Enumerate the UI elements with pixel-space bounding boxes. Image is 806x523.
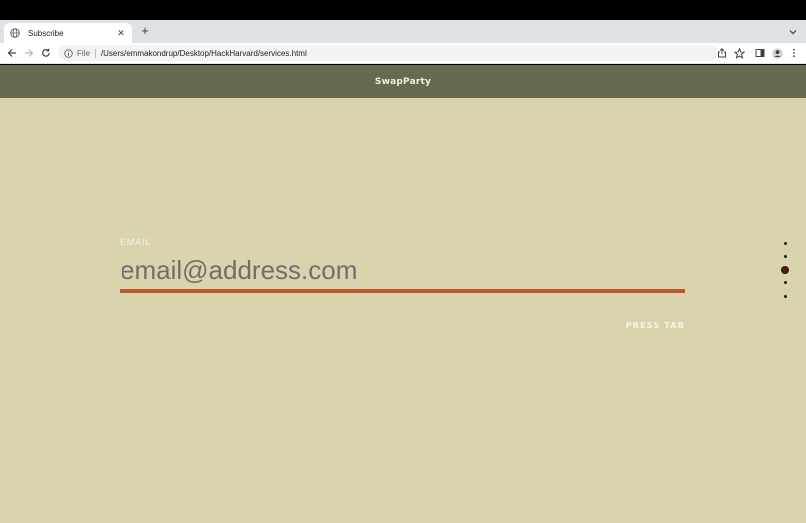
browser-toolbar: File /Users/emmakondrup/Desktop/HackHarv… <box>0 43 806 64</box>
pagination-dot[interactable] <box>784 241 787 245</box>
side-panel-icon <box>755 49 765 57</box>
email-input-underline <box>120 289 685 293</box>
arrow-right-icon <box>25 49 34 57</box>
scheme-label: File <box>77 48 90 58</box>
reload-icon <box>42 48 50 57</box>
address-bar[interactable]: File /Users/emmakondrup/Desktop/HackHarv… <box>58 45 718 61</box>
pagination-dot[interactable] <box>784 254 787 258</box>
bookmark-button[interactable] <box>733 47 745 59</box>
email-input[interactable] <box>120 253 685 287</box>
browser-tab[interactable]: Subscribe ✕ <box>4 23 132 43</box>
new-tab-button[interactable]: + <box>138 24 152 38</box>
globe-icon <box>10 28 20 38</box>
close-tab-icon[interactable]: ✕ <box>116 28 126 39</box>
pagination-dot-active[interactable] <box>781 265 789 274</box>
tab-title: Subscribe <box>28 28 64 38</box>
text-cursor <box>121 257 122 281</box>
share-button[interactable] <box>716 47 728 59</box>
press-tab-hint: PRESS TAB <box>625 321 685 330</box>
pagination-dot[interactable] <box>784 281 787 285</box>
pagination-dot[interactable] <box>784 294 787 298</box>
system-top-bar <box>0 0 806 20</box>
back-button[interactable] <box>5 46 19 60</box>
brand-logo[interactable]: SwapParty <box>375 77 431 87</box>
side-panel-button[interactable] <box>754 47 766 59</box>
omnibox-divider <box>94 48 96 58</box>
email-label: EMAIL <box>120 237 152 247</box>
browser-menu-button[interactable] <box>788 47 800 59</box>
url-text[interactable]: /Users/emmakondrup/Desktop/HackHarvard/s… <box>101 49 307 58</box>
share-icon <box>718 48 726 58</box>
browser-tab-strip: Subscribe ✕ <box>0 20 806 43</box>
info-icon[interactable] <box>64 48 73 58</box>
avatar-icon <box>771 47 783 59</box>
more-vertical-icon <box>793 48 795 58</box>
reload-button[interactable] <box>39 46 53 60</box>
arrow-left-icon <box>7 49 16 57</box>
profile-button[interactable] <box>771 47 783 59</box>
star-icon <box>733 47 745 59</box>
forward-button[interactable] <box>22 46 36 60</box>
site-header: SwapParty <box>0 65 806 98</box>
page-content: SwapParty EMAIL PRESS TAB <box>0 65 806 523</box>
chevron-down-icon[interactable] <box>788 27 798 37</box>
